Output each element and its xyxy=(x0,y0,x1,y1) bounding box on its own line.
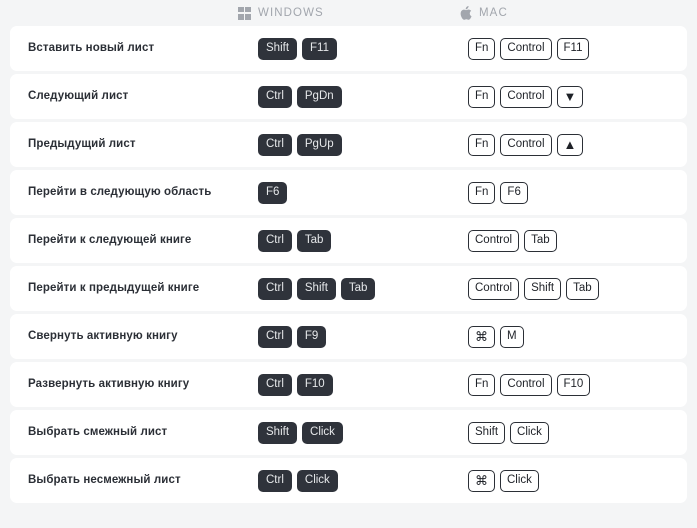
windows-key[interactable]: Tab xyxy=(296,229,332,252)
windows-key[interactable]: Ctrl xyxy=(258,85,292,108)
windows-key[interactable]: Shift xyxy=(258,37,298,60)
windows-key[interactable]: F6 xyxy=(258,181,288,204)
table-row: Развернуть активную книгу Ctrl F10 Fn Contro… xyxy=(10,362,687,407)
mac-shortcut-keys: Control Tab xyxy=(453,229,687,252)
apple-logo-icon xyxy=(460,6,472,20)
table-row: Следующий лист Ctrl PgDn Fn Control ▼ xyxy=(10,74,687,119)
mac-key[interactable]: Control xyxy=(500,133,552,156)
table-row: Предыдущий лист Ctrl PgUp Fn Control ▲ xyxy=(10,122,687,167)
header-mac-column: MAC xyxy=(460,6,508,20)
shortcut-rows: Вставить новый лист Shift F11 Fn Control F11 С… xyxy=(0,26,697,503)
windows-shortcut-keys: Ctrl Shift Tab xyxy=(238,277,453,300)
windows-key[interactable]: Click xyxy=(296,469,338,492)
mac-key[interactable]: Control xyxy=(500,85,552,108)
windows-key[interactable]: Ctrl xyxy=(258,277,292,300)
table-row: Перейти к предыдущей книге Ctrl Shift Tab Co… xyxy=(10,266,687,311)
mac-key[interactable]: F11 xyxy=(556,37,590,60)
windows-key[interactable]: Shift xyxy=(296,277,336,300)
table-row: Выбрать смежный лист Shift Click Shift Click xyxy=(10,410,687,455)
mac-key[interactable]: Fn xyxy=(468,133,496,156)
table-row: Перейти к следующей книге Ctrl Tab Control T… xyxy=(10,218,687,263)
windows-key[interactable]: PgUp xyxy=(296,133,342,156)
mac-shortcut-keys: ⌘ M xyxy=(453,325,687,348)
table-row: Выбрать несмежный лист Ctrl Click ⌘ Click xyxy=(10,458,687,503)
windows-key[interactable]: F10 xyxy=(296,373,333,396)
mac-key[interactable]: ▲ xyxy=(556,133,584,156)
header-windows-column: WINDOWS xyxy=(238,6,460,20)
shortcut-description: Выбрать смежный лист xyxy=(28,426,168,439)
mac-shortcut-keys: Fn Control ▼ xyxy=(453,85,687,108)
windows-key[interactable]: PgDn xyxy=(296,85,342,108)
mac-key[interactable]: Shift xyxy=(468,421,506,444)
windows-shortcut-keys: F6 xyxy=(238,181,453,204)
mac-key[interactable]: Control xyxy=(468,229,520,252)
windows-key[interactable]: Ctrl xyxy=(258,325,292,348)
shortcut-description: Перейти к предыдущей книге xyxy=(28,282,200,295)
mac-key[interactable]: Control xyxy=(468,277,520,300)
windows-shortcut-keys: Ctrl F10 xyxy=(238,373,453,396)
shortcut-description: Перейти к следующей книге xyxy=(28,234,192,247)
mac-key[interactable]: Click xyxy=(500,469,539,492)
mac-key[interactable]: ⌘ xyxy=(468,469,495,492)
windows-key[interactable]: Ctrl xyxy=(258,133,292,156)
windows-logo-icon xyxy=(238,6,251,20)
shortcut-description: Предыдущий лист xyxy=(28,138,136,151)
windows-key[interactable]: Ctrl xyxy=(258,469,292,492)
windows-key[interactable]: Tab xyxy=(340,277,376,300)
windows-key[interactable]: F11 xyxy=(302,37,337,60)
windows-shortcut-keys: Ctrl F9 xyxy=(238,325,453,348)
shortcuts-page: WINDOWS MAC Вставить новый лист Shift F11 F… xyxy=(0,0,697,528)
shortcut-description: Перейти в следующую область xyxy=(28,186,212,199)
mac-shortcut-keys: Fn F6 xyxy=(453,181,687,204)
mac-key[interactable]: Shift xyxy=(524,277,562,300)
windows-key[interactable]: Ctrl xyxy=(258,229,292,252)
mac-key[interactable]: ⌘ xyxy=(468,325,495,348)
table-row: Вставить новый лист Shift F11 Fn Control F11 xyxy=(10,26,687,71)
windows-shortcut-keys: Shift F11 xyxy=(238,37,453,60)
shortcut-description: Развернуть активную книгу xyxy=(28,378,190,391)
windows-key[interactable]: Ctrl xyxy=(258,373,292,396)
mac-key[interactable]: Fn xyxy=(468,37,496,60)
header-mac-label: MAC xyxy=(479,7,508,19)
shortcut-description: Следующий лист xyxy=(28,90,129,103)
windows-key[interactable]: Shift xyxy=(258,421,298,444)
mac-key[interactable]: F6 xyxy=(500,181,528,204)
mac-key[interactable]: M xyxy=(500,325,524,348)
windows-shortcut-keys: Ctrl PgUp xyxy=(238,133,453,156)
mac-shortcut-keys: Shift Click xyxy=(453,421,687,444)
windows-key[interactable]: Click xyxy=(302,421,343,444)
mac-key[interactable]: Control xyxy=(500,373,552,396)
windows-shortcut-keys: Ctrl Click xyxy=(238,469,453,492)
table-row: Свернуть активную книгу Ctrl F9 ⌘ M xyxy=(10,314,687,359)
shortcut-description: Вставить новый лист xyxy=(28,42,155,55)
windows-key[interactable]: F9 xyxy=(296,325,327,348)
mac-key[interactable]: Fn xyxy=(468,181,496,204)
mac-shortcut-keys: Fn Control F10 xyxy=(453,373,687,396)
mac-shortcut-keys: ⌘ Click xyxy=(453,469,687,492)
mac-shortcut-keys: Control Shift Tab xyxy=(453,277,687,300)
table-header: WINDOWS MAC xyxy=(0,0,697,26)
mac-key[interactable]: Control xyxy=(500,37,552,60)
windows-shortcut-keys: Shift Click xyxy=(238,421,453,444)
windows-shortcut-keys: Ctrl Tab xyxy=(238,229,453,252)
mac-key[interactable]: Tab xyxy=(566,277,599,300)
mac-key[interactable]: ▼ xyxy=(556,85,584,108)
header-windows-label: WINDOWS xyxy=(258,7,324,19)
mac-shortcut-keys: Fn Control ▲ xyxy=(453,133,687,156)
windows-shortcut-keys: Ctrl PgDn xyxy=(238,85,453,108)
mac-shortcut-keys: Fn Control F11 xyxy=(453,37,687,60)
mac-key[interactable]: Fn xyxy=(468,85,496,108)
mac-key[interactable]: Click xyxy=(510,421,549,444)
shortcut-description: Выбрать несмежный лист xyxy=(28,474,181,487)
mac-key[interactable]: Fn xyxy=(468,373,496,396)
mac-key[interactable]: Tab xyxy=(524,229,557,252)
shortcut-description: Свернуть активную книгу xyxy=(28,330,178,343)
mac-key[interactable]: F10 xyxy=(556,373,591,396)
table-row: Перейти в следующую область F6 Fn F6 xyxy=(10,170,687,215)
